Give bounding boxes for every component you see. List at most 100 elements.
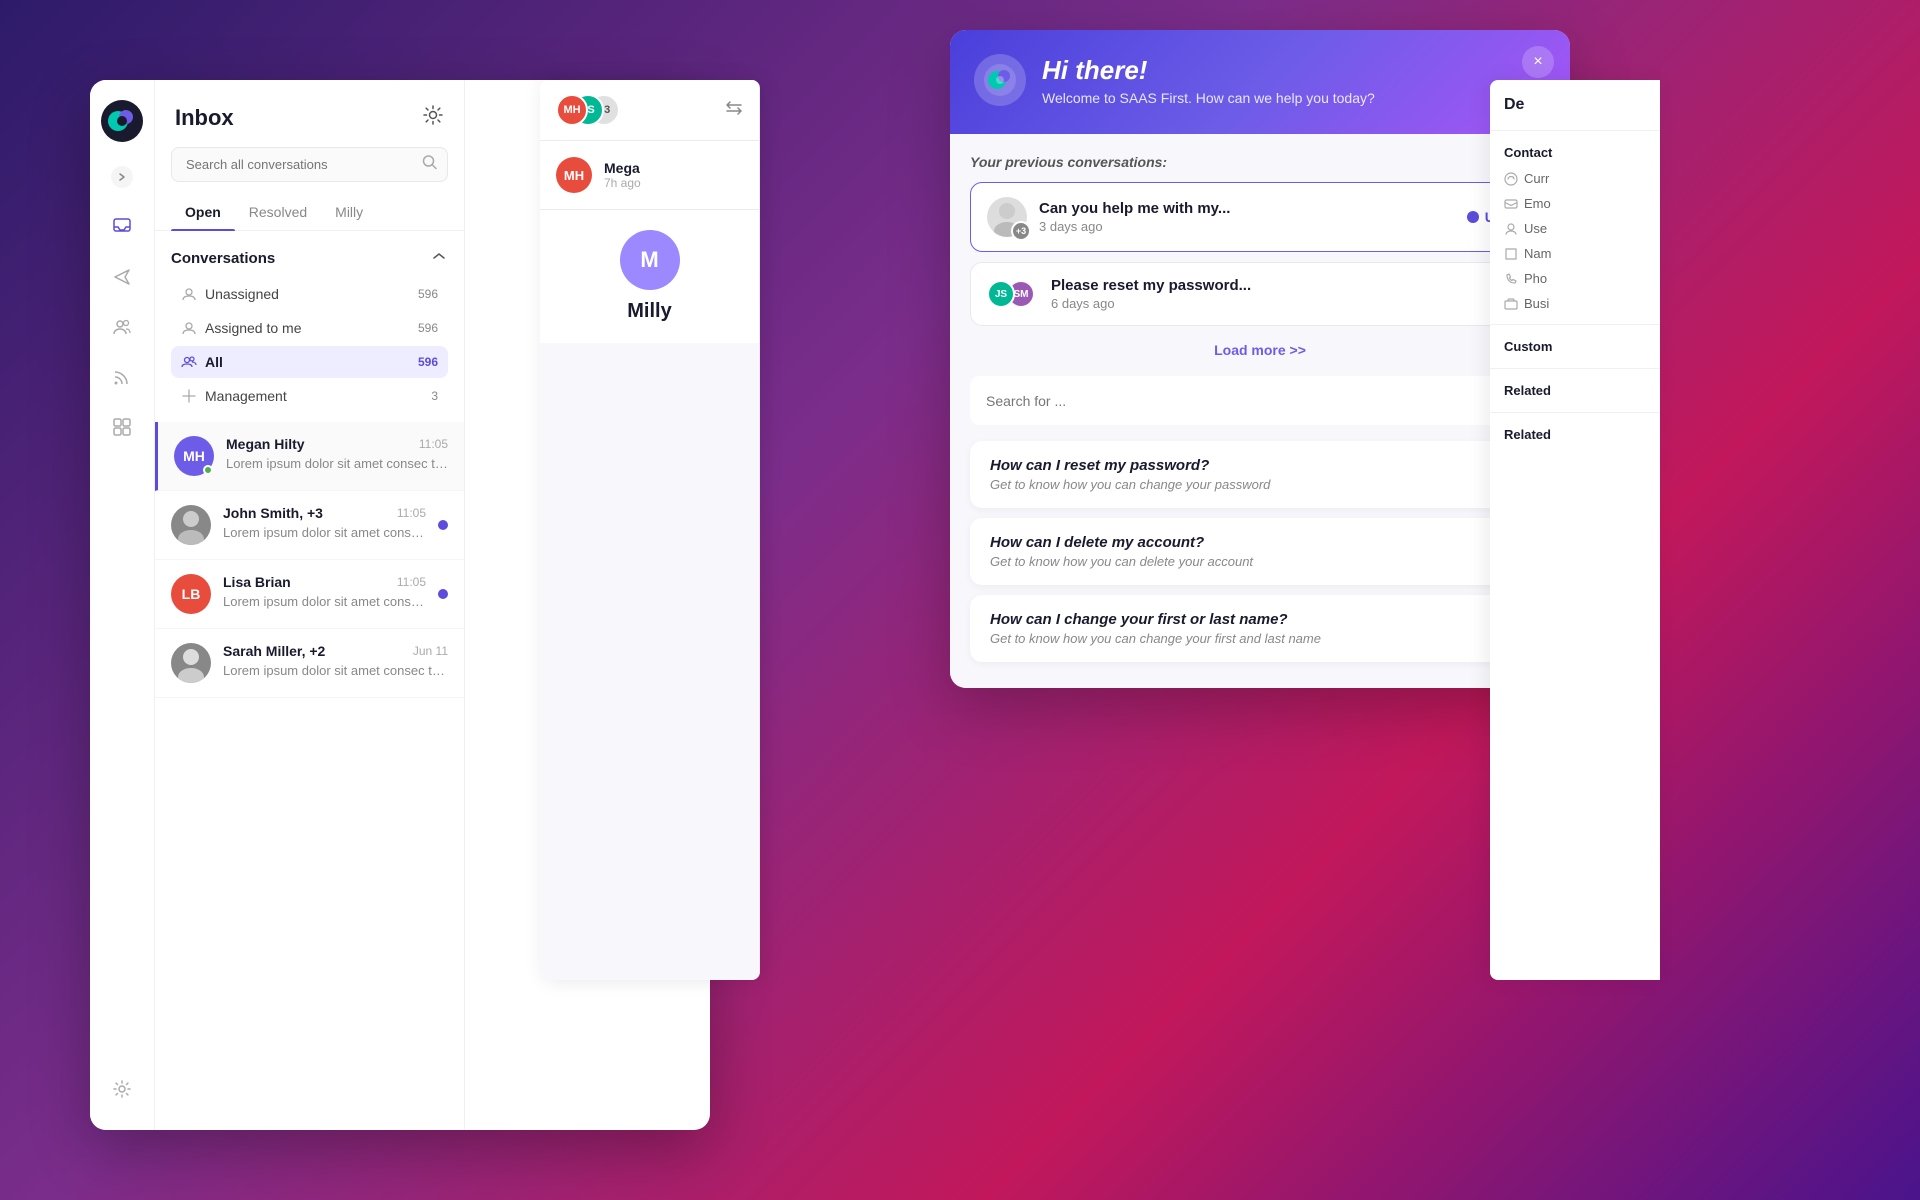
right-panel-related: Related	[1490, 369, 1660, 413]
assigned-count: 596	[418, 321, 438, 335]
right-panel-item: Curr	[1504, 166, 1646, 191]
faq-title: How can I change your first or last name…	[990, 611, 1321, 628]
conversations-header: Conversations	[171, 247, 448, 270]
search-widget	[970, 376, 1550, 425]
message-item[interactable]: Sarah Miller, +2 Jun 11 Lorem ipsum dolo…	[155, 629, 464, 698]
prev-conv-item[interactable]: JS SM Please reset my password... 6 days…	[970, 262, 1550, 326]
faq-search-input[interactable]	[986, 393, 1514, 409]
message-content: Sarah Miller, +2 Jun 11 Lorem ipsum dolo…	[223, 643, 448, 678]
close-button[interactable]: ×	[1522, 46, 1554, 78]
conv-management[interactable]: Management 3	[171, 380, 448, 412]
faq-item[interactable]: How can I delete my account? Get to know…	[970, 518, 1550, 585]
conversations-section: Conversations Unassigned 596	[155, 239, 464, 422]
faq-item[interactable]: How can I reset my password? Get to know…	[970, 441, 1550, 508]
avatar-group: MH JS +3	[556, 94, 620, 126]
avatar	[171, 643, 211, 683]
chat-widget: Hi there! Welcome to SAAS First. How can…	[950, 30, 1570, 688]
message-content: John Smith, +3 11:05 Lorem ipsum dolor s…	[223, 505, 426, 540]
user-profile-section: M Milly	[540, 210, 759, 343]
right-panel-related2: Related	[1490, 413, 1660, 456]
faq-subtitle: Get to know how you can change your pass…	[990, 477, 1270, 492]
prev-conv-avatar: +3	[987, 197, 1027, 237]
conversations-title: Conversations	[171, 250, 275, 267]
management-count: 3	[431, 389, 438, 403]
faq-item[interactable]: How can I change your first or last name…	[970, 595, 1550, 662]
sidebar-item-send[interactable]	[103, 258, 141, 296]
avatar: MH	[556, 94, 588, 126]
sidebar	[90, 80, 155, 1130]
inbox-title: Inbox	[175, 105, 234, 131]
message-item[interactable]: MH Megan Hilty 11:05 Lorem ipsum dolor s…	[155, 422, 464, 491]
right-panel-item: Pho	[1504, 266, 1646, 291]
unread-indicator	[438, 589, 448, 599]
right-panel-item: Busi	[1504, 291, 1646, 316]
conv-user-name: Mega	[604, 160, 641, 176]
message-preview: Lorem ipsum dolor sit amet consec tetur.…	[223, 663, 448, 678]
sidebar-item-inbox[interactable]	[103, 208, 141, 246]
app-logo[interactable]	[101, 100, 143, 142]
collapse-icon[interactable]	[430, 247, 448, 270]
message-item[interactable]: LB Lisa Brian 11:05 Lorem ipsum dolor si…	[155, 560, 464, 629]
message-name: John Smith, +3	[223, 505, 323, 521]
message-time: 11:05	[397, 575, 426, 589]
search-input[interactable]	[171, 147, 448, 182]
prev-conversations-label: Your previous conversations:	[970, 154, 1550, 170]
inbox-header: Inbox	[155, 80, 464, 147]
expand-sidebar-button[interactable]	[111, 166, 133, 188]
right-panel: De Contact Curr Emo Use Nam Pho Busi Cus	[1490, 80, 1660, 980]
conv-all[interactable]: All 596	[171, 346, 448, 378]
tab-resolved[interactable]: Resolved	[235, 194, 321, 230]
widget-logo	[974, 54, 1026, 106]
load-more-button[interactable]: Load more >>	[970, 336, 1550, 364]
user-profile-name: Milly	[556, 300, 743, 323]
sidebar-item-feed[interactable]	[103, 358, 141, 396]
conv-panel-header: MH JS +3	[540, 80, 759, 141]
message-item[interactable]: John Smith, +3 11:05 Lorem ipsum dolor s…	[155, 491, 464, 560]
user-profile-avatar: M	[620, 230, 680, 290]
avatar: LB	[171, 574, 211, 614]
right-panel-item: Use	[1504, 216, 1646, 241]
conv-unassigned[interactable]: Unassigned 596	[171, 278, 448, 310]
double-avatar: JS SM	[987, 280, 1035, 308]
conv-assigned[interactable]: Assigned to me 596	[171, 312, 448, 344]
related-label-2: Related	[1504, 423, 1646, 446]
unassigned-count: 596	[418, 287, 438, 301]
message-name: Sarah Miller, +2	[223, 643, 325, 659]
unassigned-label: Unassigned	[205, 286, 279, 302]
all-count: 596	[418, 355, 438, 369]
conv-user-avatar: MH	[556, 157, 592, 193]
sidebar-item-users[interactable]	[103, 308, 141, 346]
settings-icon[interactable]	[422, 104, 444, 131]
message-list: MH Megan Hilty 11:05 Lorem ipsum dolor s…	[155, 422, 464, 1130]
conv-user-row: MH Mega 7h ago	[540, 141, 759, 210]
faq-title: How can I reset my password?	[990, 457, 1270, 474]
all-label: All	[205, 354, 223, 370]
search-bar	[171, 147, 448, 182]
management-label: Management	[205, 388, 287, 404]
sidebar-item-settings[interactable]	[103, 1070, 141, 1108]
message-time: 11:05	[419, 437, 448, 451]
widget-header: Hi there! Welcome to SAAS First. How can…	[950, 30, 1570, 134]
related-label: Related	[1504, 379, 1646, 402]
widget-body: Your previous conversations: +3 Can you …	[950, 134, 1570, 688]
prev-conv-text: Can you help me with my...	[1039, 200, 1455, 217]
faq-title: How can I delete my account?	[990, 534, 1253, 551]
widget-title: Hi there!	[1042, 55, 1375, 86]
online-indicator	[203, 465, 213, 475]
prev-conv-time: 3 days ago	[1039, 219, 1455, 234]
tab-milly[interactable]: Milly	[321, 194, 377, 230]
sidebar-item-grid[interactable]	[103, 408, 141, 446]
conv-user-time: 7h ago	[604, 176, 641, 190]
message-time: Jun 11	[413, 644, 448, 658]
tab-open[interactable]: Open	[171, 194, 235, 230]
avatar-badge: +3	[1011, 221, 1031, 241]
switch-icon[interactable]	[725, 99, 743, 122]
prev-conv-item[interactable]: +3 Can you help me with my... 3 days ago…	[970, 182, 1550, 252]
right-panel-contact: Contact Curr Emo Use Nam Pho Busi	[1490, 131, 1660, 325]
message-preview: Lorem ipsum dolor sit amet consec tetur.…	[223, 525, 426, 540]
unread-indicator	[438, 520, 448, 530]
message-preview: Lorem ipsum dolor sit amet consec tetur.…	[226, 456, 448, 471]
widget-subtitle: Welcome to SAAS First. How can we help y…	[1042, 90, 1375, 106]
message-content: Megan Hilty 11:05 Lorem ipsum dolor sit …	[226, 436, 448, 471]
right-panel-custom: Custom	[1490, 325, 1660, 369]
